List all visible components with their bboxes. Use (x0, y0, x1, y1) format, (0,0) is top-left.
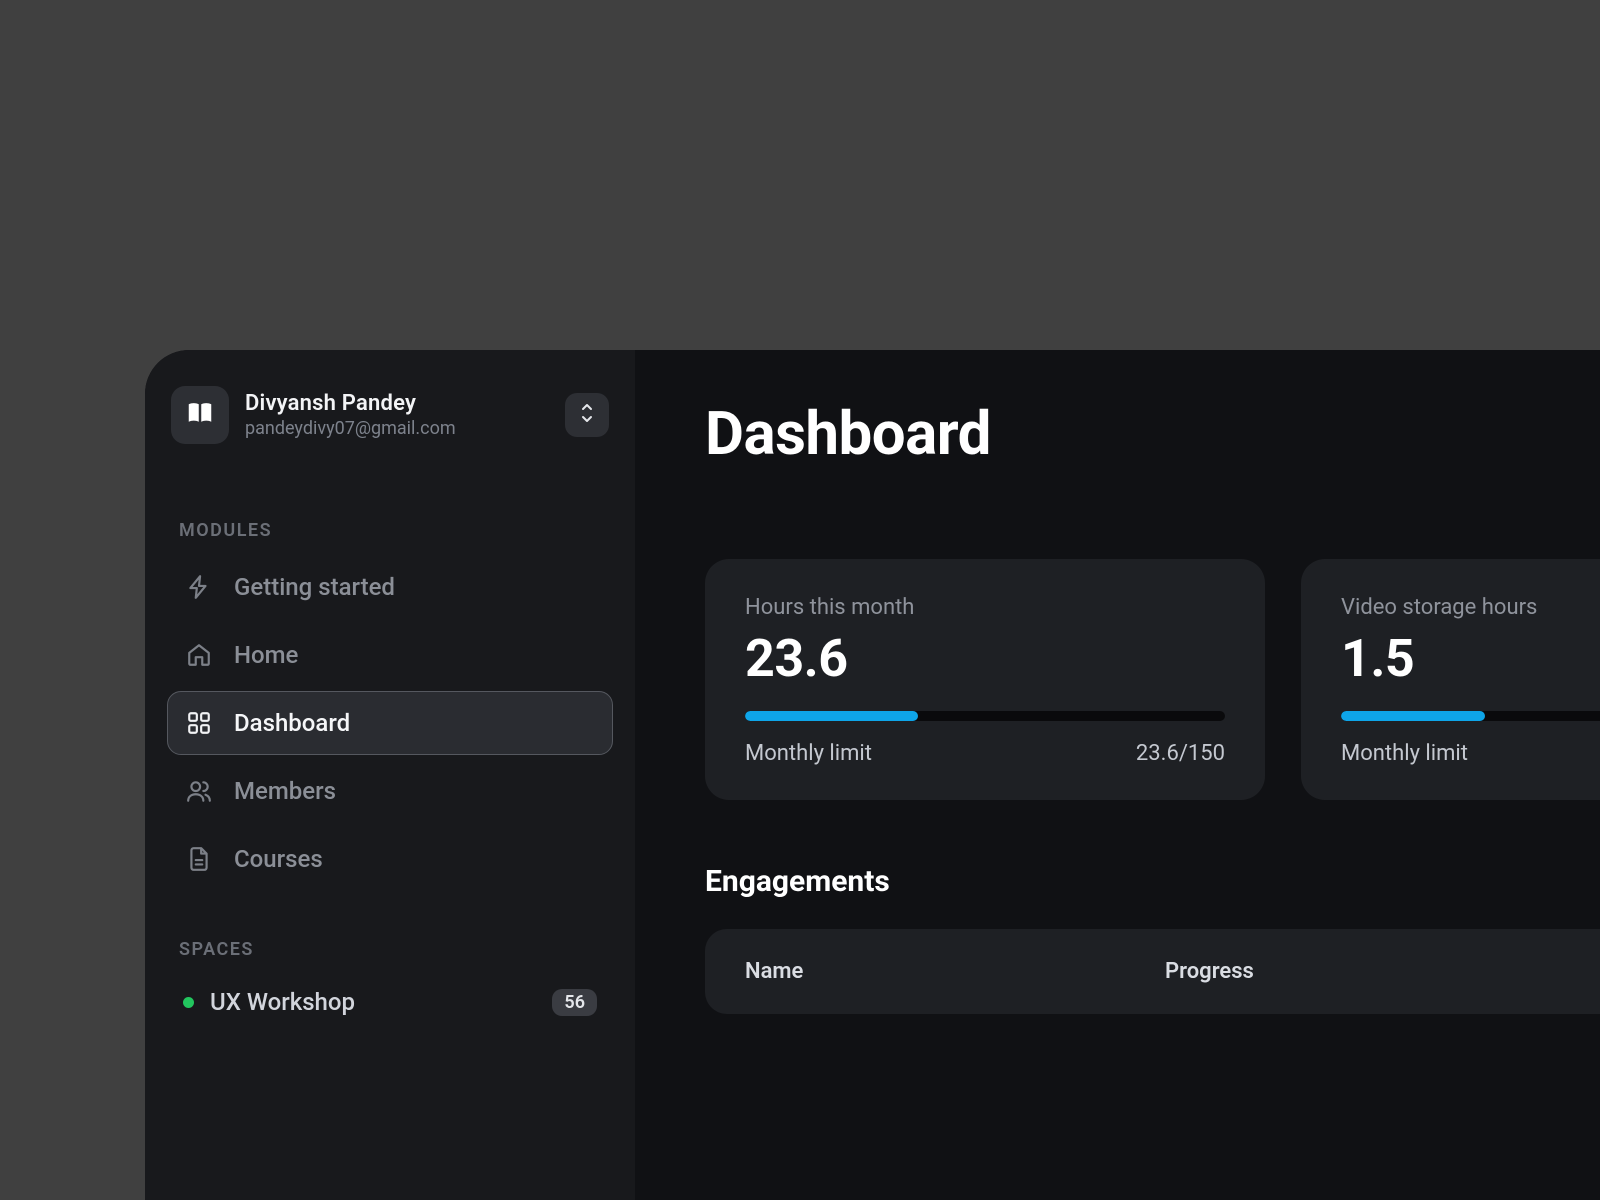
spaces-list: UX Workshop 56 (167, 976, 613, 1028)
metric-cards: Hours this month 23.6 Monthly limit 23.6… (705, 559, 1600, 800)
account-switcher[interactable]: Divyansh Pandey pandeydivy07@gmail.com (167, 386, 613, 444)
sidebar-section-modules: MODULES (167, 520, 613, 541)
account-switch-button[interactable] (565, 393, 609, 437)
sidebar-item-label: Home (234, 641, 298, 669)
book-open-icon (185, 398, 215, 432)
metric-limit-label: Monthly limit (1341, 741, 1468, 766)
chevron-up-down-icon (578, 402, 596, 428)
metric-card-video-storage: Video storage hours 1.5 Monthly limit (1301, 559, 1600, 800)
sidebar-item-label: Members (234, 777, 336, 805)
engagements-table: Name Progress Status (705, 929, 1600, 1014)
sidebar-item-members[interactable]: Members (167, 759, 613, 823)
account-email: pandeydivy07@gmail.com (245, 418, 549, 439)
metric-title: Video storage hours (1341, 595, 1600, 620)
page-title: Dashboard (705, 398, 1600, 469)
sidebar-item-label: Courses (234, 845, 323, 873)
account-name: Divyansh Pandey (245, 391, 549, 416)
column-progress: Progress (1165, 959, 1600, 984)
progress-bar (1341, 711, 1600, 721)
sidebar-section-spaces: SPACES (167, 939, 613, 960)
dashboard-icon (184, 710, 214, 736)
home-icon (184, 642, 214, 668)
sidebar-item-courses[interactable]: Courses (167, 827, 613, 891)
sidebar-nav: Getting started Home (167, 555, 613, 891)
sidebar-item-label: Dashboard (234, 709, 350, 737)
metric-card-hours: Hours this month 23.6 Monthly limit 23.6… (705, 559, 1265, 800)
space-item-ux-workshop[interactable]: UX Workshop 56 (167, 976, 613, 1028)
sidebar-item-dashboard[interactable]: Dashboard (167, 691, 613, 755)
table-header: Name Progress Status (745, 959, 1600, 984)
progress-bar-fill (745, 711, 918, 721)
sidebar: Divyansh Pandey pandeydivy07@gmail.com M… (145, 350, 635, 1200)
zap-icon (184, 574, 214, 600)
sidebar-item-home[interactable]: Home (167, 623, 613, 687)
members-icon (184, 778, 214, 804)
column-name: Name (745, 959, 1165, 984)
sidebar-item-label: Getting started (234, 573, 395, 601)
space-item-badge: 56 (552, 989, 597, 1016)
app-window: Divyansh Pandey pandeydivy07@gmail.com M… (145, 350, 1600, 1200)
metric-title: Hours this month (745, 595, 1225, 620)
workspace-logo (171, 386, 229, 444)
progress-bar-fill (1341, 711, 1485, 721)
main-content: Dashboard Hours this month 23.6 Monthly … (635, 350, 1600, 1200)
status-dot-icon (183, 997, 194, 1008)
metric-value: 1.5 (1341, 628, 1600, 689)
metric-limit-label: Monthly limit (745, 741, 872, 766)
space-item-label: UX Workshop (210, 988, 355, 1016)
metric-limit-value: 23.6/150 (1136, 741, 1225, 766)
file-icon (184, 846, 214, 872)
metric-value: 23.6 (745, 628, 1225, 689)
sidebar-item-getting-started[interactable]: Getting started (167, 555, 613, 619)
section-title-engagements: Engagements (705, 864, 1600, 899)
progress-bar (745, 711, 1225, 721)
